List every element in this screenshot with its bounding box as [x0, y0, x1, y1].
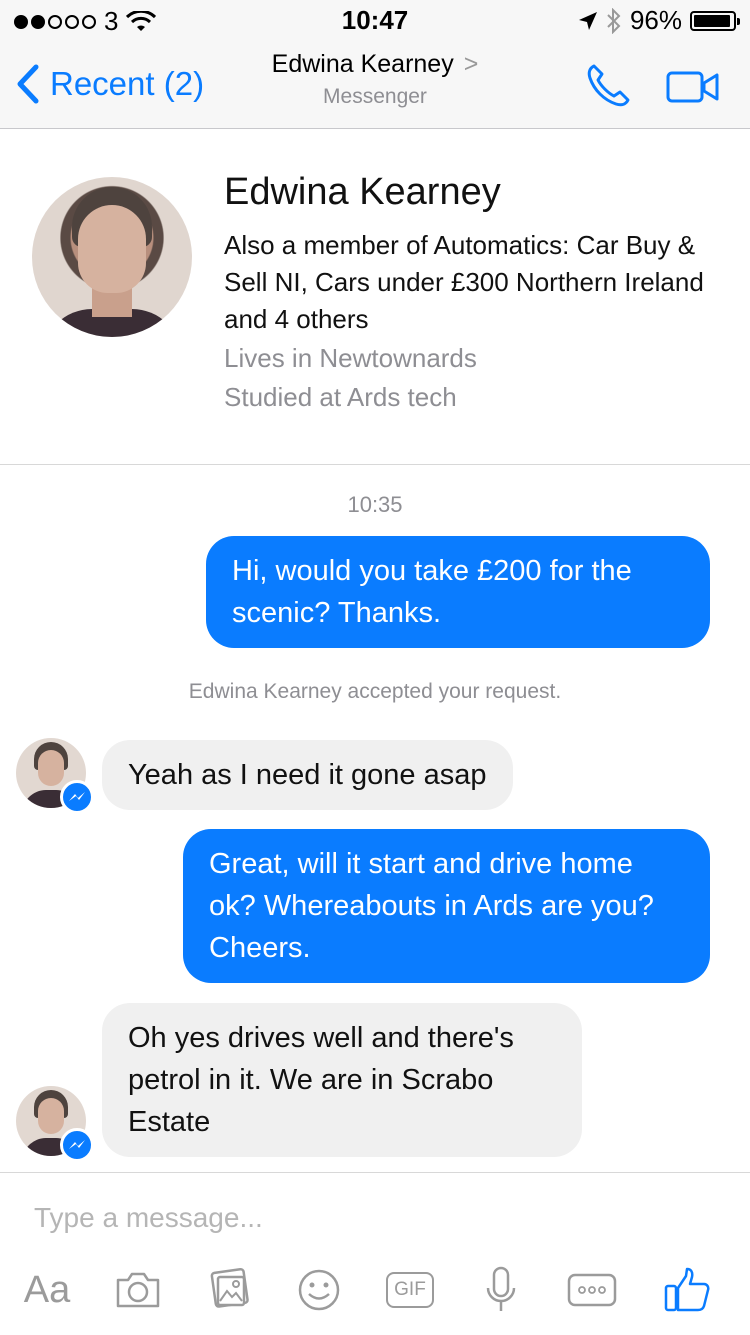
contact-name: Edwina Kearney: [271, 50, 454, 78]
outgoing-message[interactable]: Hi, would you take £200 for the scenic? …: [206, 536, 710, 648]
microphone-icon: [486, 1266, 516, 1311]
messenger-badge-icon: [60, 780, 94, 814]
contact-avatar[interactable]: [32, 177, 192, 337]
incoming-message[interactable]: Yeah as I need it gone asap: [102, 740, 513, 810]
emoji-button[interactable]: [296, 1265, 342, 1315]
text-format-button[interactable]: Aa: [20, 1265, 74, 1315]
location-arrow-icon: [578, 11, 597, 30]
status-bar: 3 10:47 96%: [0, 0, 750, 40]
camera-icon: [116, 1272, 160, 1308]
system-notice: Edwina Kearney accepted your request.: [188, 680, 562, 703]
more-options-button[interactable]: [566, 1265, 618, 1315]
gif-button[interactable]: GIF: [384, 1265, 436, 1315]
nav-subtitle: Messenger: [323, 85, 427, 108]
bluetooth-icon: [607, 7, 621, 34]
voice-clip-button[interactable]: [484, 1265, 518, 1315]
messenger-badge-icon: [60, 1128, 94, 1162]
photo-gallery-button[interactable]: [204, 1265, 254, 1315]
battery-icon: [690, 10, 740, 31]
battery-percent: 96%: [629, 5, 682, 35]
message-input[interactable]: [32, 1195, 716, 1241]
profile-name: Edwina Kearney: [224, 171, 501, 213]
conversation-title[interactable]: Edwina Kearney > Messenger: [0, 50, 750, 109]
profile-location: Lives in Newtownards: [224, 343, 477, 373]
message-timestamp: 10:35: [347, 492, 403, 517]
mutual-groups: Also a member of Automatics: Car Buy & S…: [224, 230, 704, 334]
profile-education: Studied at Ards tech: [224, 382, 457, 412]
outgoing-message[interactable]: Great, will it start and drive home ok? …: [183, 829, 710, 983]
like-button[interactable]: [662, 1265, 712, 1315]
photo-icon: [210, 1267, 249, 1308]
incoming-message[interactable]: Oh yes drives well and there's petrol in…: [102, 1003, 582, 1157]
more-icon: [567, 1273, 617, 1307]
video-call-icon[interactable]: [666, 70, 720, 104]
gif-icon: GIF: [386, 1272, 434, 1308]
camera-button[interactable]: [112, 1265, 164, 1315]
gif-label: GIF: [394, 1279, 426, 1300]
smiley-icon: [298, 1269, 340, 1311]
phone-call-icon[interactable]: [584, 62, 632, 110]
chevron-right-icon: >: [463, 50, 479, 78]
status-right: 96%: [578, 5, 740, 36]
contact-profile-header: Edwina Kearney Also a member of Automati…: [0, 129, 750, 465]
navigation-bar: Recent (2) Edwina Kearney > Messenger: [0, 40, 750, 129]
thumbs-up-icon: [664, 1267, 710, 1312]
message-composer: Aa GIF: [0, 1172, 750, 1335]
